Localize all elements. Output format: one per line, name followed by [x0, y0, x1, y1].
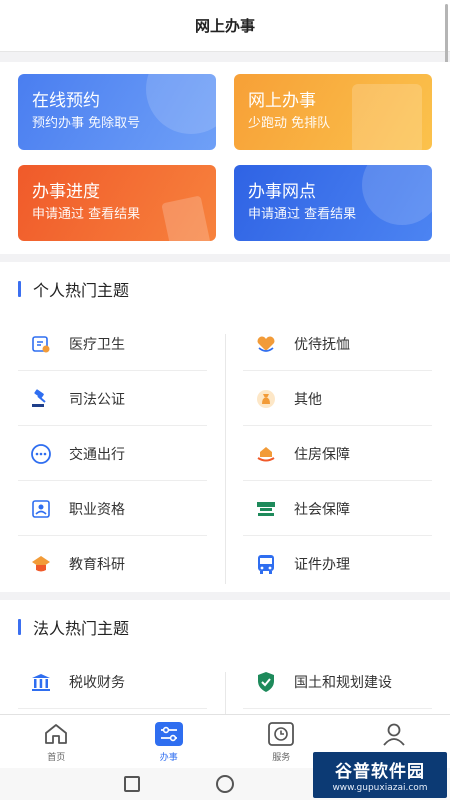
gavel-icon — [30, 388, 52, 410]
card-online-appointment[interactable]: 在线预约 预约办事 免除取号 — [18, 74, 216, 150]
card-subtitle: 申请通过 查看结果 — [248, 207, 357, 222]
section-header: 个人热门主题 — [0, 262, 450, 316]
watermark-logo: 谷普软件园 www.gupuxiazai.com — [313, 752, 447, 798]
education-icon — [30, 553, 52, 575]
watermark-url: www.gupuxiazai.com — [332, 783, 428, 793]
topic-label: 司法公证 — [69, 391, 125, 408]
top-app-bar: 网上办事 — [0, 0, 450, 68]
legal-topics-section: 法人热门主题 税收财务 国土和规划建设 — [0, 600, 450, 732]
medical-icon — [30, 333, 52, 355]
topic-label: 医疗卫生 — [69, 336, 125, 353]
topic-tax-finance[interactable]: 税收财务 — [0, 654, 225, 709]
certificate-icon — [30, 498, 52, 520]
heart-hand-icon — [255, 333, 277, 355]
home-button[interactable] — [216, 775, 234, 793]
tab-label: 首页 — [47, 753, 66, 763]
money-bag-icon — [255, 388, 277, 410]
scroll-indicator — [445, 4, 448, 68]
personal-topics-section: 个人热门主题 医疗卫生 优待抚恤 司法公证 其他 交通出行 住房保障 职业资格 … — [0, 262, 450, 592]
topic-social-security[interactable]: 社会保障 — [225, 481, 450, 536]
section-title: 个人热门主题 — [33, 281, 130, 300]
topic-traffic[interactable]: 交通出行 — [0, 426, 225, 481]
topic-judicial[interactable]: 司法公证 — [0, 371, 225, 426]
tab-services-handling[interactable]: 办事 — [113, 715, 226, 768]
topic-label: 社会保障 — [294, 501, 350, 518]
user-icon — [379, 720, 409, 748]
topic-id-documents[interactable]: 证件办理 — [225, 536, 450, 591]
topic-label: 优待抚恤 — [294, 336, 350, 353]
topic-label: 其他 — [294, 391, 322, 408]
tab-label: 服务 — [272, 753, 291, 763]
topic-label: 证件办理 — [294, 556, 350, 573]
social-security-icon — [255, 498, 277, 520]
section-header: 法人热门主题 — [0, 600, 450, 654]
page-title: 网上办事 — [194, 17, 255, 35]
topic-qualification[interactable]: 职业资格 — [0, 481, 225, 536]
topic-label: 税收财务 — [69, 674, 125, 691]
clock-icon — [266, 720, 296, 748]
card-service-points[interactable]: 办事网点 申请通过 查看结果 — [234, 165, 432, 241]
bus-icon — [255, 553, 277, 575]
topic-label: 住房保障 — [294, 446, 350, 463]
topic-housing[interactable]: 住房保障 — [225, 426, 450, 481]
house-hand-icon — [255, 443, 277, 465]
topic-land-planning[interactable]: 国土和规划建设 — [225, 654, 450, 709]
topic-label: 教育科研 — [69, 556, 125, 573]
watermark-name: 谷普软件园 — [335, 762, 425, 782]
topic-preferential[interactable]: 优待抚恤 — [225, 316, 450, 371]
shield-icon — [255, 671, 277, 693]
topic-other[interactable]: 其他 — [225, 371, 450, 426]
topic-grid: 医疗卫生 优待抚恤 司法公证 其他 交通出行 住房保障 职业资格 社会保障 教育… — [0, 316, 450, 591]
topic-label: 职业资格 — [69, 501, 125, 518]
topic-label: 交通出行 — [69, 446, 125, 463]
topic-grid: 税收财务 国土和规划建设 — [0, 654, 450, 732]
traffic-icon — [30, 443, 52, 465]
home-icon — [41, 720, 71, 748]
card-online-service[interactable]: 网上办事 少跑动 免排队 — [234, 74, 432, 150]
topic-label: 国土和规划建设 — [294, 674, 392, 691]
sliders-icon — [154, 720, 184, 748]
card-subtitle: 预约办事 免除取号 — [32, 116, 141, 131]
tab-home[interactable]: 首页 — [0, 715, 113, 768]
section-title: 法人热门主题 — [33, 619, 130, 638]
recents-button[interactable] — [124, 776, 140, 792]
card-progress[interactable]: 办事进度 申请通过 查看结果 — [18, 165, 216, 241]
feature-cards: 在线预约 预约办事 免除取号 网上办事 少跑动 免排队 办事进度 申请通过 查看… — [0, 62, 450, 254]
card-subtitle: 申请通过 查看结果 — [32, 207, 141, 222]
section-accent-bar — [18, 619, 21, 635]
topic-education[interactable]: 教育科研 — [0, 536, 225, 591]
tab-label: 办事 — [159, 753, 178, 763]
card-subtitle: 少跑动 免排队 — [248, 116, 331, 131]
tax-building-icon — [30, 671, 52, 693]
topic-medical[interactable]: 医疗卫生 — [0, 316, 225, 371]
section-accent-bar — [18, 281, 21, 297]
